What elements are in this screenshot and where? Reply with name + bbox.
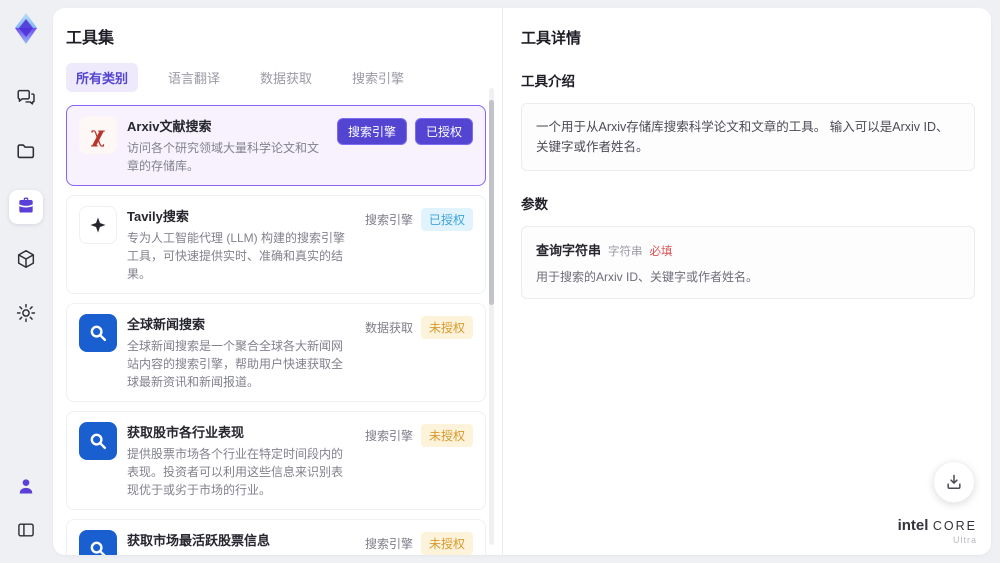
list-scrollbar[interactable] <box>489 88 494 545</box>
tool-description: 提供股票市场各个行业在特定时间段内的表现。投资者可以利用这些信息来识别表现优于或… <box>127 447 344 497</box>
params-heading: 参数 <box>521 197 548 212</box>
sidebar-item-cube[interactable] <box>9 244 43 278</box>
intel-brand-text: intel <box>897 516 929 534</box>
tool-card[interactable]: Tavily搜索专为人工智能代理 (LLM) 构建的搜索引擎工具，可快速提供实时… <box>66 195 486 294</box>
status-badge: 已授权 <box>420 208 473 231</box>
tab-category-3[interactable]: 搜索引擎 <box>342 63 414 92</box>
tool-card-body: 全球新闻搜索全球新闻搜索是一个聚合全球各大新闻网站内容的搜索引擎，帮助用户快速获… <box>127 314 355 391</box>
param-header: 查询字符串 字符串 必填 <box>536 240 960 259</box>
param-type: 字符串 <box>608 246 643 258</box>
tool-details-pane: 工具详情 工具介绍 一个用于从Arxiv存储库搜索科学论文和文章的工具。 输入可… <box>503 8 991 555</box>
sparkle-star-icon <box>79 206 117 244</box>
tool-name: 获取市场最活跃股票信息 <box>127 533 271 548</box>
category-label: 数据获取 <box>364 321 413 335</box>
category-button[interactable]: 搜索引擎 <box>336 118 407 145</box>
status-badge: 未授权 <box>420 316 473 339</box>
tab-category-0[interactable]: 所有类别 <box>66 63 139 92</box>
main-panel: 工具集 所有类别 语言翻译 数据获取 搜索引擎 χ Arxiv文献搜索 访问各个研究领域大… <box>53 8 991 555</box>
cube-icon <box>15 248 37 275</box>
tool-description: 全球新闻搜索是一个聚合全球各大新闻网站内容的搜索引擎，帮助用户快速获取全球最新资… <box>127 339 344 389</box>
tool-card-actions: 搜索引擎 已授权 <box>336 116 473 145</box>
tool-name: Arxiv文献搜索 <box>127 119 212 134</box>
tool-list: χ Arxiv文献搜索 访问各个研究领域大量科学论文和文章的存储库。 搜索引擎 已授权 T… <box>66 105 486 555</box>
search-magnifier-blue-icon <box>79 314 117 352</box>
status-badge: 未授权 <box>420 532 473 555</box>
tool-name: Tavily搜索 <box>127 209 189 224</box>
core-brand-text: CORE <box>932 518 977 533</box>
tool-description: 访问各个研究领域大量科学论文和文章的存储库。 <box>127 141 320 173</box>
ultra-brand-text: Ultra <box>952 535 977 546</box>
param-required-badge: 必填 <box>649 246 673 258</box>
param-description: 用于搜索的Arxiv ID、关键字或作者姓名。 <box>536 270 759 284</box>
category-label: 搜索引擎 <box>364 213 413 227</box>
sidebar-item-gear[interactable] <box>9 298 43 332</box>
category-label: 搜索引擎 <box>364 537 413 551</box>
tool-intro-box: 一个用于从Arxiv存储库搜索科学论文和文章的工具。 输入可以是Arxiv ID… <box>521 103 975 171</box>
tab-category-1[interactable]: 语言翻译 <box>158 63 230 92</box>
panel-toggle-icon <box>16 520 36 545</box>
briefcase-icon <box>16 195 36 220</box>
chat-icon <box>15 86 37 113</box>
sidebar-item-folder[interactable] <box>9 136 43 170</box>
tool-card-body: Tavily搜索专为人工智能代理 (LLM) 构建的搜索引擎工具，可快速提供实时… <box>127 206 355 283</box>
details-title: 工具详情 <box>521 30 582 47</box>
folder-icon <box>15 140 37 167</box>
tool-description: 专为人工智能代理 (LLM) 构建的搜索引擎工具，可快速提供实时、准确和真实的结… <box>127 231 346 281</box>
download-icon <box>947 474 961 489</box>
sidebar-item-briefcase[interactable] <box>9 190 43 224</box>
search-magnifier-blue-icon <box>79 530 117 555</box>
tool-name: 全球新闻搜索 <box>127 317 206 332</box>
tool-list-pane: 工具集 所有类别 语言翻译 数据获取 搜索引擎 χ Arxiv文献搜索 访问各个研究领域大… <box>53 8 503 555</box>
sidebar-item-chat[interactable] <box>9 82 43 116</box>
app-logo <box>7 10 45 48</box>
sidebar <box>0 0 52 563</box>
page-title: 工具集 <box>66 30 115 47</box>
tool-card[interactable]: 获取市场最活跃股票信息提供当天交易量最高的股票列表，投资者可以利用这些信息来识别… <box>66 519 486 555</box>
param-name: 查询字符串 <box>536 243 602 258</box>
param-box: 查询字符串 字符串 必填 用于搜索的Arxiv ID、关键字或作者姓名。 <box>521 226 975 299</box>
scrollbar-thumb[interactable] <box>489 100 494 305</box>
tool-card-body: 获取股市各行业表现提供股票市场各个行业在特定时间段内的表现。投资者可以利用这些信… <box>127 422 355 499</box>
status-badge: 未授权 <box>420 424 473 447</box>
user-icon <box>16 476 36 501</box>
tool-card-meta: 搜索引擎 已授权 <box>365 206 473 231</box>
arxiv-logo-icon: χ <box>79 116 117 154</box>
tool-card-body: 获取市场最活跃股票信息提供当天交易量最高的股票列表，投资者可以利用这些信息来识别… <box>127 530 355 555</box>
intel-core-logo: intel CORE Ultra <box>898 517 977 546</box>
search-magnifier-blue-icon <box>79 422 117 460</box>
tool-intro-text: 一个用于从Arxiv存储库搜索科学论文和文章的工具。 输入可以是Arxiv ID… <box>536 120 949 154</box>
tool-card-meta: 搜索引擎 未授权 <box>365 530 473 555</box>
tool-card-meta: 数据获取 未授权 <box>365 314 473 339</box>
tool-card[interactable]: 全球新闻搜索全球新闻搜索是一个聚合全球各大新闻网站内容的搜索引擎，帮助用户快速获… <box>66 303 486 402</box>
tool-card[interactable]: 获取股市各行业表现提供股票市场各个行业在特定时间段内的表现。投资者可以利用这些信… <box>66 411 486 510</box>
download-button[interactable] <box>933 461 975 503</box>
category-tabs: 所有类别 语言翻译 数据获取 搜索引擎 <box>66 63 502 92</box>
tool-card[interactable]: χ Arxiv文献搜索访问各个研究领域大量科学论文和文章的存储库。 搜索引擎 已授权 <box>66 105 486 186</box>
tool-description: 提供当天交易量最高的股票列表，投资者可以利用这些信息来识别流动性强的股票和潜在的… <box>127 553 355 555</box>
tab-category-2[interactable]: 数据获取 <box>250 63 322 92</box>
sidebar-item-panel-toggle[interactable] <box>9 515 43 549</box>
category-label: 搜索引擎 <box>364 429 413 443</box>
tool-card-meta: 搜索引擎 未授权 <box>365 422 473 447</box>
sidebar-item-user[interactable] <box>9 471 43 505</box>
tool-card-body: Arxiv文献搜索访问各个研究领域大量科学论文和文章的存储库。 <box>127 116 327 175</box>
gear-icon <box>15 302 37 329</box>
tool-name: 获取股市各行业表现 <box>127 425 245 440</box>
authorized-button[interactable]: 已授权 <box>414 118 473 145</box>
intro-heading: 工具介绍 <box>521 74 575 89</box>
